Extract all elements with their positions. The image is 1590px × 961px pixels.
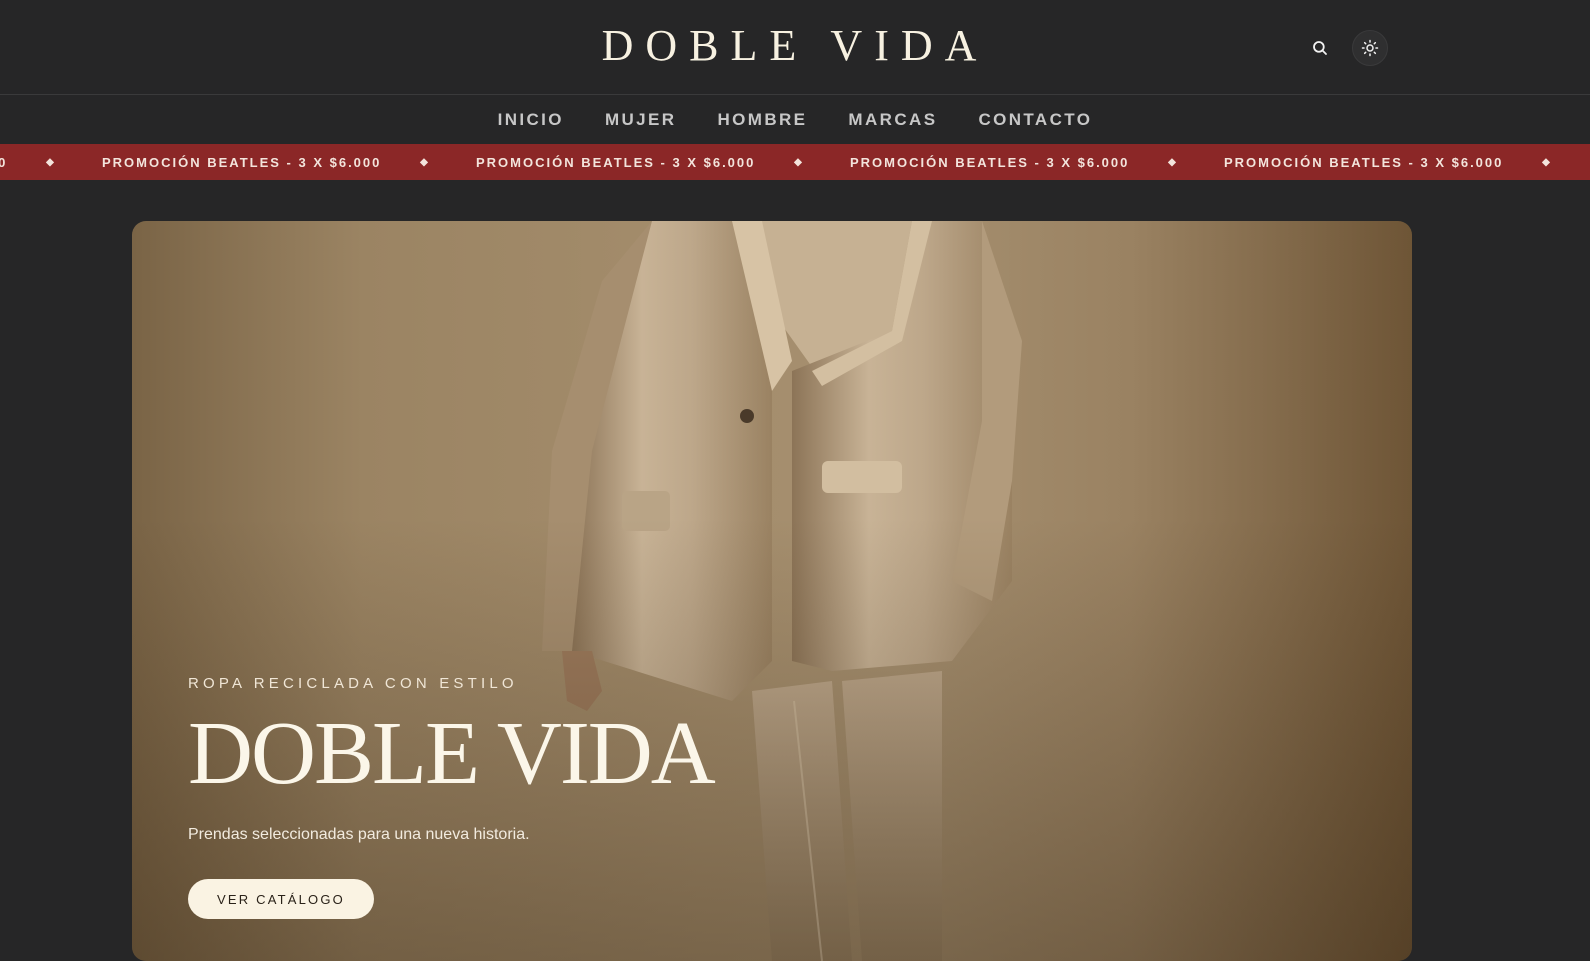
ticker-item: PROMOCIÓN BEATLES - 3 X $6.000 ◆ <box>850 155 1224 170</box>
ticker-separator-icon: ◆ <box>1168 156 1178 168</box>
search-icon <box>1313 41 1327 55</box>
promo-ticker: PROMOCIÓN BEATLES - 3 X $6.000 ◆ PROMOCIÓ… <box>0 144 1590 180</box>
ticker-item: PROMOCIÓN BEATLES - 3 X $6.000 ◆ <box>102 155 476 170</box>
ticker-track: PROMOCIÓN BEATLES - 3 X $6.000 ◆ PROMOCIÓ… <box>0 144 1590 180</box>
theme-toggle-button[interactable] <box>1352 30 1388 66</box>
nav-item-hombre[interactable]: HOMBRE <box>717 110 807 130</box>
header-actions <box>1302 30 1388 66</box>
search-button[interactable] <box>1302 30 1338 66</box>
hero-eyebrow: ROPA RECICLADA CON ESTILO <box>188 675 518 692</box>
hero-subtitle: Prendas seleccionadas para una nueva his… <box>188 826 530 843</box>
ticker-text: PROMOCIÓN BEATLES - 3 X $6.000 <box>102 154 382 170</box>
ticker-separator-icon: ◆ <box>420 156 430 168</box>
hero-banner: ROPA RECICLADA CON ESTILO DOBLE VIDA Pre… <box>132 221 1412 961</box>
hero-title: DOBLE VIDA <box>188 704 716 803</box>
ticker-item: PROMOCIÓN BEATLES - 3 X $6.000 ◆ <box>476 155 850 170</box>
ticker-text: PROMOCIÓN BEATLES - 3 X $6.000 <box>1224 154 1504 170</box>
nav-item-contacto[interactable]: CONTACTO <box>978 110 1092 130</box>
ticker-text: PROMOCIÓN BEATLES - 3 X $6.000 <box>476 154 756 170</box>
sun-icon <box>1361 39 1379 57</box>
nav-item-marcas[interactable]: MARCAS <box>848 110 937 130</box>
ticker-separator-icon: ◆ <box>1542 156 1552 168</box>
view-catalog-button[interactable]: VER CATÁLOGO <box>188 879 374 919</box>
ticker-item: PROMOCIÓN BEATLES - 3 X $6.000◆ <box>0 155 102 170</box>
nav-item-inicio[interactable]: INICIO <box>498 110 564 130</box>
ticker-separator-icon: ◆ <box>46 156 56 168</box>
main-nav: INICIO MUJER HOMBRE MARCAS CONTACTO <box>0 96 1590 144</box>
ticker-item: PROMOCIÓN BEATLES - 3 X $6.000 ◆ <box>1224 155 1590 170</box>
ticker-text: PROMOCIÓN BEATLES - 3 X $6.000 <box>850 154 1130 170</box>
hero-content: ROPA RECICLADA CON ESTILO DOBLE VIDA Pre… <box>188 675 888 919</box>
ticker-separator-icon: ◆ <box>794 156 804 168</box>
nav-item-mujer[interactable]: MUJER <box>605 110 677 130</box>
site-header: DOBLE VIDA <box>0 0 1590 95</box>
